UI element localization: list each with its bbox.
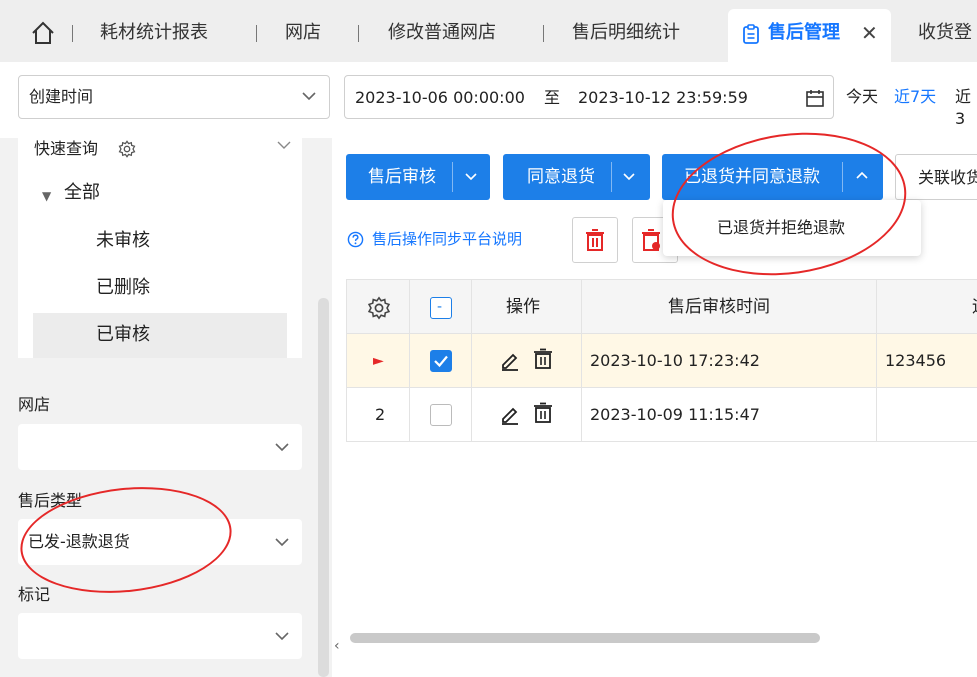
header-audit-time: 售后审核时间 xyxy=(668,297,770,317)
horizontal-scroll-thumb[interactable] xyxy=(350,633,820,643)
left-scrollbar[interactable] xyxy=(318,298,329,677)
column-divider xyxy=(409,279,410,442)
button-divider xyxy=(452,162,453,192)
trash-icon xyxy=(586,229,604,251)
aftersale-type-select[interactable]: 已发-退款退货 xyxy=(18,519,302,565)
aftersale-audit-button[interactable]: 售后审核 xyxy=(346,154,490,200)
tab-shop[interactable]: 网店 xyxy=(285,20,321,46)
menu-item-returned-reject-refund[interactable]: 已退货并拒绝退款 xyxy=(717,217,845,239)
edit-icon[interactable] xyxy=(499,403,521,425)
gear-icon[interactable] xyxy=(367,296,391,320)
link-receive-button[interactable]: 关联收货 xyxy=(895,154,977,200)
help-link-text: 售后操作同步平台说明 xyxy=(372,230,523,248)
table-header: - 操作 售后审核时间 运 xyxy=(346,279,977,334)
row-checkbox[interactable] xyxy=(430,404,452,426)
tree-item-deleted[interactable]: 已删除 xyxy=(96,275,150,301)
chevron-up-icon[interactable] xyxy=(854,168,870,184)
tab-label: 售后管理 xyxy=(768,22,840,43)
edit-icon[interactable] xyxy=(499,349,521,371)
aftersale-type-value: 已发-退款退货 xyxy=(28,532,130,551)
header-actions: 操作 xyxy=(506,297,540,317)
question-circle-icon xyxy=(347,231,364,248)
button-label: 同意退货 xyxy=(527,167,595,187)
button-label: 已退货并同意退款 xyxy=(684,167,820,187)
tab-aftersale-detail[interactable]: 售后明细统计 xyxy=(572,20,680,46)
tab-edit-shop[interactable]: 修改普通网店 xyxy=(388,20,496,46)
home-icon[interactable] xyxy=(30,20,56,46)
select-all-checkbox[interactable]: - xyxy=(430,297,452,319)
column-divider xyxy=(471,279,472,442)
trash-icon[interactable] xyxy=(533,348,553,370)
time-field-value: 创建时间 xyxy=(29,87,94,106)
delete-button[interactable] xyxy=(572,217,618,263)
close-icon[interactable]: ✕ xyxy=(861,20,878,46)
refund-dropdown-menu: 已退货并拒绝退款 xyxy=(663,200,921,256)
chevron-down-icon xyxy=(275,632,289,641)
agree-return-button[interactable]: 同意退货 xyxy=(503,154,650,200)
tab-separator xyxy=(358,25,359,42)
table-row[interactable]: ► 2023-10-10 17:23:42 123456 xyxy=(346,334,977,388)
tab-aftersale-management[interactable]: 售后管理 ✕ xyxy=(728,9,891,62)
tab-receiving[interactable]: 收货登 xyxy=(918,20,972,46)
chevron-down-icon xyxy=(302,92,316,101)
current-row-indicator: ► xyxy=(373,353,384,369)
tree-item-audited[interactable]: 已审核 xyxy=(96,322,150,348)
quick-7days[interactable]: 近7天 xyxy=(894,86,936,108)
check-icon xyxy=(434,355,448,368)
aftersale-type-label: 售后类型 xyxy=(18,491,83,510)
caret-down-icon[interactable]: ▼ xyxy=(42,183,51,209)
row-checkbox[interactable] xyxy=(430,350,452,372)
tab-separator xyxy=(543,25,544,42)
status-tree: 快速查询 ▼ 全部 未审核 已删除 已审核 xyxy=(18,138,302,358)
button-label: 关联收货 xyxy=(918,168,977,187)
chevron-down-icon[interactable] xyxy=(463,168,479,184)
tab-separator xyxy=(72,25,73,42)
column-divider xyxy=(346,279,347,442)
left-filter-panel: 快速查询 ▼ 全部 未审核 已删除 已审核 网店 售后类型 已发-退款退货 标记 xyxy=(0,138,332,677)
button-label: 售后审核 xyxy=(368,167,436,187)
chevron-down-icon xyxy=(275,443,289,452)
quick-today[interactable]: 今天 xyxy=(846,86,878,108)
quick-query-label: 快速查询 xyxy=(34,139,99,158)
row-index: 2 xyxy=(375,405,386,424)
row-extra: 123456 xyxy=(885,351,947,370)
trash-icon[interactable] xyxy=(533,402,553,424)
column-divider xyxy=(581,279,582,442)
chevron-down-icon[interactable] xyxy=(621,168,637,184)
mark-select[interactable] xyxy=(18,613,302,659)
filter-row: 创建时间 2023-10-06 00:00:00 至 2023-10-12 23… xyxy=(0,62,977,138)
row-audit-time: 2023-10-09 11:15:47 xyxy=(590,405,760,424)
document-icon xyxy=(743,24,759,44)
indeterminate-mark: - xyxy=(437,299,443,315)
column-divider xyxy=(876,279,877,442)
date-range-picker[interactable]: 2023-10-06 00:00:00 至 2023-10-12 23:59:5… xyxy=(344,75,834,119)
tab-consumables-report[interactable]: 耗材统计报表 xyxy=(100,20,208,46)
tree-item-selected-bg xyxy=(33,313,287,358)
button-divider xyxy=(611,162,612,192)
chevron-down-icon[interactable] xyxy=(276,138,292,152)
calendar-icon xyxy=(806,90,824,107)
header-shipping: 运 xyxy=(972,296,977,318)
tree-item-unaudited[interactable]: 未审核 xyxy=(96,228,150,254)
mark-label: 标记 xyxy=(18,585,51,604)
scroll-left-arrow[interactable]: ‹ xyxy=(334,637,340,655)
shop-label: 网店 xyxy=(18,395,51,414)
aftersale-table: - 操作 售后审核时间 运 ► 2023-10-10 17:23:42 1234… xyxy=(346,279,977,629)
tree-root[interactable]: 全部 xyxy=(64,180,100,206)
row-audit-time: 2023-10-10 17:23:42 xyxy=(590,351,760,370)
chevron-down-icon xyxy=(275,538,289,547)
trash-x-icon xyxy=(642,229,660,251)
returned-agree-refund-button[interactable]: 已退货并同意退款 xyxy=(662,154,883,200)
table-row[interactable]: 2 2023-10-09 11:15:47 xyxy=(346,388,977,442)
shop-select[interactable] xyxy=(18,424,302,470)
button-divider xyxy=(842,162,843,192)
tab-bar: 耗材统计报表 网店 修改普通网店 售后明细统计 售后管理 ✕ 收货登 xyxy=(0,0,977,62)
date-to: 2023-10-12 23:59:59 xyxy=(578,88,748,107)
date-separator: 至 xyxy=(544,88,561,107)
gear-icon[interactable] xyxy=(118,140,136,158)
quick-more[interactable]: 近3 xyxy=(955,86,977,130)
time-field-select[interactable]: 创建时间 xyxy=(18,75,330,119)
date-from: 2023-10-06 00:00:00 xyxy=(355,88,525,107)
tab-separator xyxy=(256,25,257,42)
